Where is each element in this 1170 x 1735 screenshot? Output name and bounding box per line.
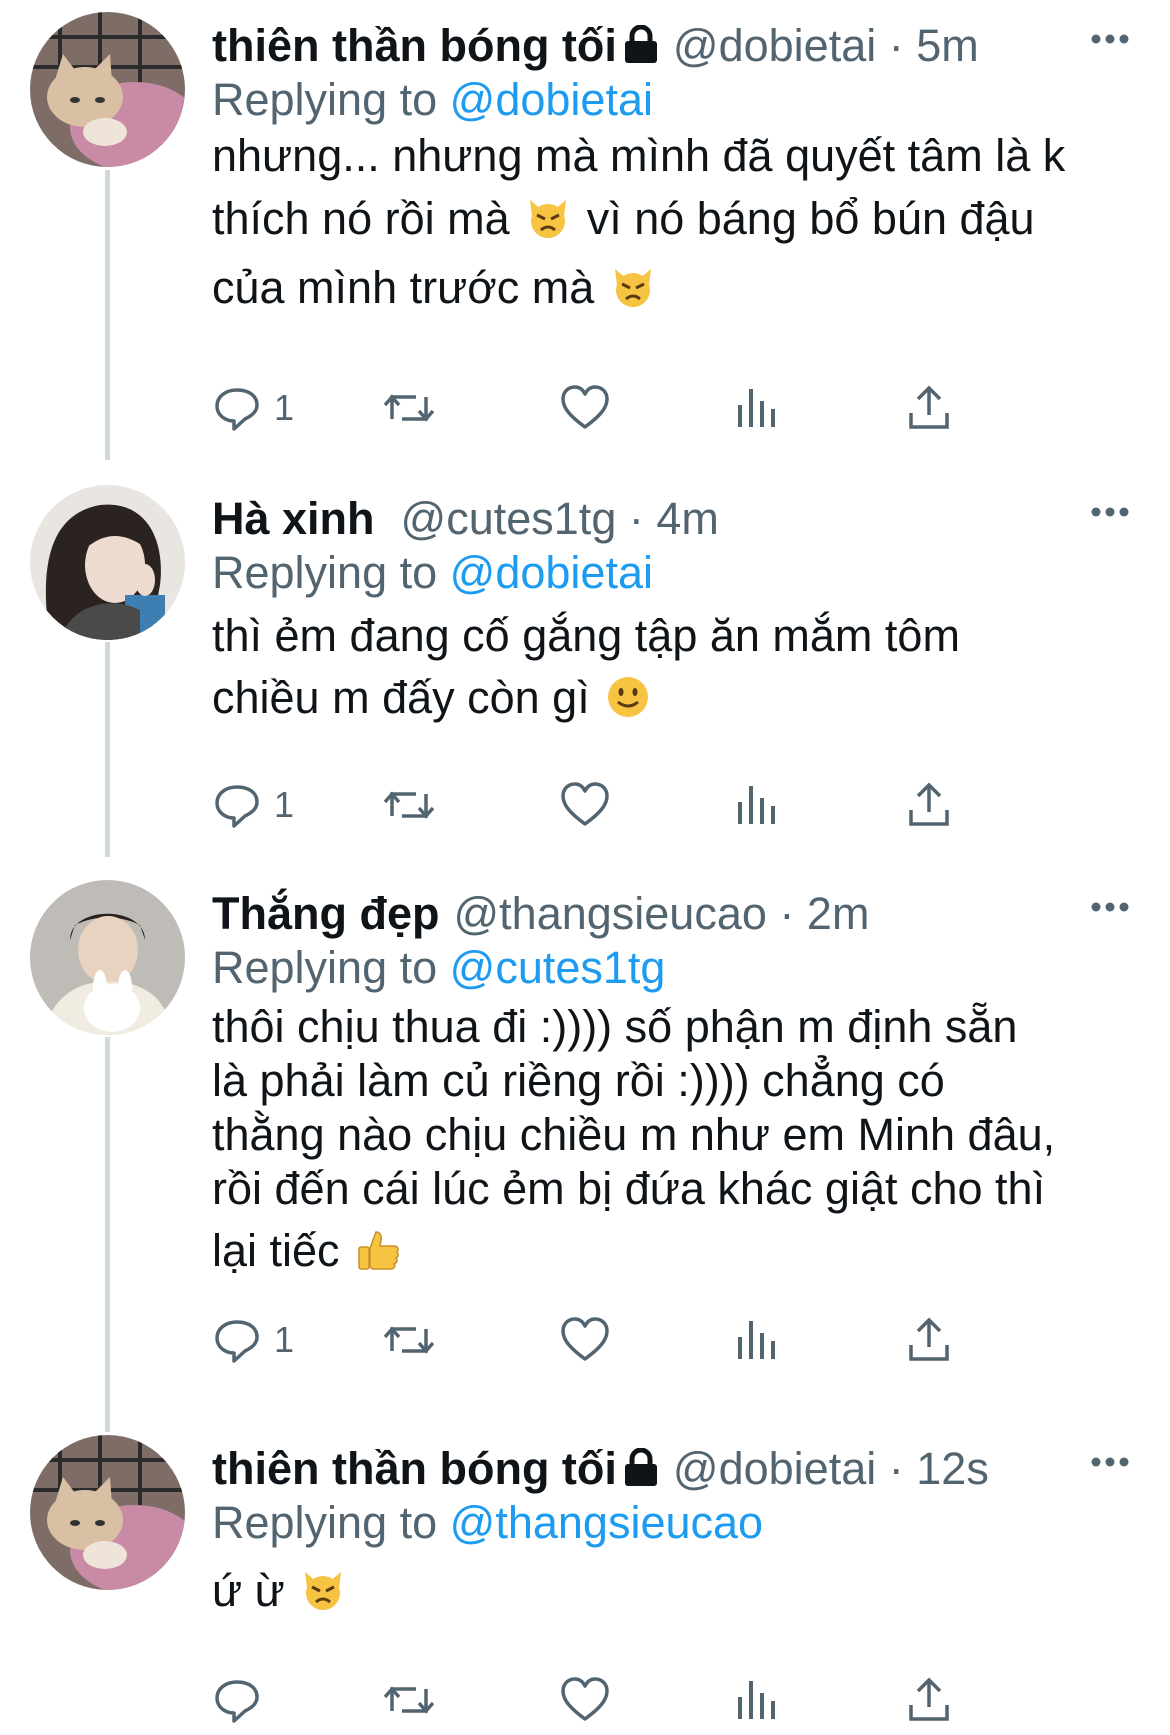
retweet-icon (384, 791, 434, 819)
retweet-button[interactable] (384, 775, 434, 835)
reply-button[interactable]: 1 (212, 775, 294, 835)
replying-to: Replying to @dobietai (212, 74, 653, 125)
reply-count: 1 (274, 387, 295, 428)
display-name[interactable]: thiên thần bóng tối (212, 20, 617, 71)
like-icon (561, 1677, 609, 1721)
angry-cat-emoji (301, 1568, 345, 1612)
tweet-header: thiên thần bóng tối @dobietai · 12s (212, 1443, 989, 1499)
replying-to-link[interactable]: @dobietai (450, 74, 653, 125)
reply-icon (215, 1320, 259, 1363)
retweet-button[interactable] (384, 378, 434, 438)
share-button[interactable] (904, 1670, 954, 1730)
reply-icon (215, 1680, 259, 1723)
lock-icon (623, 1447, 659, 1499)
replying-to: Replying to @cutes1tg (212, 942, 666, 993)
views-icon (738, 1321, 775, 1359)
tweet-text: thì ẻm đang cố gắng tập ăn mắm tôm chiều… (212, 610, 960, 723)
views-button[interactable] (732, 378, 782, 438)
tweet-actions (212, 1670, 1042, 1730)
display-name[interactable]: Hà xinh (212, 493, 375, 544)
share-button[interactable] (904, 378, 954, 438)
like-button[interactable] (560, 1670, 610, 1730)
share-icon (909, 385, 949, 429)
retweet-button[interactable] (384, 1310, 434, 1370)
like-icon (561, 385, 609, 429)
reply-icon (215, 785, 259, 828)
share-button[interactable] (904, 775, 954, 835)
tweet-header: Hà xinh @cutes1tg · 4m (212, 493, 719, 544)
reply-button[interactable]: 1 (212, 1310, 294, 1370)
handle[interactable]: @dobietai (673, 20, 876, 71)
tweet[interactable]: Thắng đẹp @thangsieucao · 2m Replying to … (0, 880, 1170, 1410)
handle[interactable]: @thangsieucao (453, 888, 766, 939)
retweet-icon (384, 394, 434, 422)
more-icon[interactable] (1090, 32, 1130, 50)
retweet-icon (384, 1326, 434, 1354)
tweet[interactable]: thiên thần bóng tối @dobietai · 5m Replyi… (0, 12, 1170, 462)
tweet-actions: 1 (212, 1310, 1042, 1370)
views-icon (738, 786, 775, 824)
views-button[interactable] (732, 1670, 782, 1730)
reply-button[interactable]: 1 (212, 378, 294, 438)
display-name[interactable]: thiên thần bóng tối (212, 1443, 617, 1494)
retweet-button[interactable] (384, 1670, 434, 1730)
tweet-header: Thắng đẹp @thangsieucao · 2m (212, 888, 870, 939)
tweet-actions: 1 (212, 775, 1042, 835)
tweet[interactable]: thiên thần bóng tối @dobietai · 12s Reply… (0, 1435, 1170, 1735)
timestamp[interactable]: 5m (916, 20, 979, 71)
avatar[interactable] (30, 12, 185, 167)
more-icon[interactable] (1090, 900, 1130, 918)
views-icon (738, 389, 775, 427)
views-button[interactable] (732, 775, 782, 835)
smile-emoji (606, 673, 650, 717)
views-button[interactable] (732, 1310, 782, 1370)
views-icon (738, 1681, 775, 1719)
share-icon (909, 782, 949, 826)
replying-to: Replying to @thangsieucao (212, 1497, 764, 1548)
share-button[interactable] (904, 1310, 954, 1370)
handle[interactable]: @dobietai (673, 1443, 876, 1494)
timestamp[interactable]: 4m (656, 493, 719, 544)
thumbs-up-emoji (356, 1228, 400, 1272)
more-icon[interactable] (1090, 505, 1130, 523)
timestamp[interactable]: 2m (807, 888, 870, 939)
tweet-text: ứ ừ (212, 1563, 1142, 1619)
avatar[interactable] (30, 1435, 185, 1590)
like-icon (561, 1317, 609, 1361)
share-icon (909, 1317, 949, 1361)
more-icon[interactable] (1090, 1455, 1130, 1473)
tweet-header: thiên thần bóng tối @dobietai · 5m (212, 20, 979, 76)
like-button[interactable] (560, 378, 610, 438)
display-name[interactable]: Thắng đẹp (212, 888, 439, 939)
like-button[interactable] (560, 1310, 610, 1370)
handle[interactable]: @cutes1tg (401, 493, 617, 544)
replying-to-link[interactable]: @cutes1tg (450, 942, 666, 993)
replying-to-link[interactable]: @dobietai (450, 547, 653, 598)
retweet-icon (384, 1686, 434, 1714)
angry-cat-emoji (611, 262, 655, 307)
replying-to-link[interactable]: @thangsieucao (450, 1497, 763, 1548)
tweet[interactable]: Hà xinh @cutes1tg · 4m Replying to @dobie… (0, 485, 1170, 835)
reply-count: 1 (274, 1319, 295, 1360)
tweet-text: thôi chịu thua đi :)))) số phận m định s… (212, 1001, 1056, 1276)
reply-button[interactable] (212, 1670, 274, 1730)
share-icon (909, 1677, 949, 1721)
tweet-actions: 1 (212, 378, 1042, 438)
replying-to: Replying to @dobietai (212, 547, 653, 598)
avatar[interactable] (30, 485, 185, 640)
avatar[interactable] (30, 880, 185, 1035)
reply-icon (215, 388, 259, 431)
tweet-text: nhưng... nhưng mà mình đã quyết tâm là k… (212, 130, 1066, 313)
like-button[interactable] (560, 775, 610, 835)
timestamp[interactable]: 12s (916, 1443, 989, 1494)
lock-icon (623, 24, 659, 76)
like-icon (561, 782, 609, 826)
reply-count: 1 (274, 784, 295, 825)
angry-cat-emoji (526, 193, 570, 238)
